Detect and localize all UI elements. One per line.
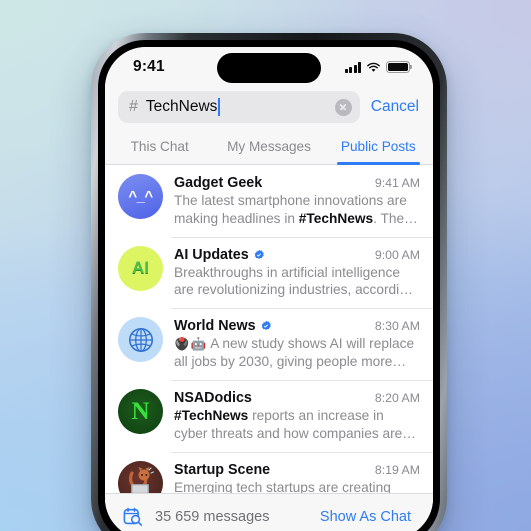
tab-this-chat[interactable]: This Chat [105,132,214,164]
hash-icon: # [129,98,138,115]
dynamic-island [217,53,321,83]
verified-badge-icon [261,320,271,331]
calendar-search-icon[interactable] [122,506,144,528]
list-item[interactable]: ^_^ Gadget Geek 9:41 AM The latest smart… [105,165,433,237]
tab-my-messages[interactable]: My Messages [214,132,323,164]
list-item-timestamp: 8:19 AM [374,462,420,477]
list-item-title: Gadget Geek [174,175,263,191]
list-item-header: Gadget Geek 9:41 AM [174,175,420,191]
list-item[interactable]: AI AI Updates 9:00 AM Breakthroughs in a… [105,236,433,309]
list-item-body: World News 8:30 AM 🖲️🤖 A new study shows… [174,317,420,371]
snippet-highlight: #TechNews [174,407,249,423]
snippet-highlight: #TechNews [298,210,374,226]
list-item-timestamp: 9:00 AM [374,247,420,262]
list-item-timestamp: 9:41 AM [374,176,420,190]
phone-bezel: 9:41 # TechNews Cancel This Chat My Mess… [98,40,440,531]
list-item-snippet: #TechNews reports an increase in cyber t… [174,407,420,443]
list-item[interactable]: World News 8:30 AM 🖲️🤖 A new study shows… [105,308,433,380]
results-footer-bar: 35 659 messages Show As Chat [105,493,433,531]
verified-badge-icon [254,249,264,259]
signal-bars-icon [345,62,361,73]
list-item-header: Startup Scene 8:19 AM [174,462,420,478]
list-item-body: AI Updates 9:00 AM Breakthroughs in arti… [174,246,420,300]
list-item-title: NSADodics [174,389,252,406]
list-item-snippet: Breakthroughs in artificial intelligence… [174,264,420,300]
ai-letters-avatar: AI [118,245,163,291]
snippet-pre: Breakthroughs in artificial intelligence… [174,264,415,298]
search-scope-tabs: This Chat My Messages Public Posts [105,132,433,165]
avatar-initials: N [131,397,150,425]
list-item-body: Gadget Geek 9:41 AM The latest smartphon… [174,174,420,228]
status-bar-icons [345,59,413,73]
list-item[interactable]: N NSADodics 8:20 AM #TechNews reports an… [105,379,433,452]
snippet-emoji: 🖲️🤖 [174,337,208,352]
list-item-header: World News 8:30 AM [174,318,420,334]
search-results-list[interactable]: ^_^ Gadget Geek 9:41 AM The latest smart… [105,165,433,524]
list-item-title: AI Updates [174,246,249,263]
list-item-header: NSADodics 8:20 AM [174,390,420,406]
snippet-pre: A new study shows AI will replace all jo… [174,336,415,370]
clear-circle-icon[interactable] [334,98,352,116]
search-input[interactable]: # TechNews [118,91,360,123]
wifi-icon [367,62,380,72]
tab-public-posts[interactable]: Public Posts [324,132,433,165]
list-item-body: NSADodics 8:20 AM #TechNews reports an i… [174,389,420,443]
list-item-header: AI Updates 9:00 AM [174,247,420,263]
globe-avatar [118,317,163,363]
avatar-initials: ^_^ [128,188,153,205]
status-bar-clock: 9:41 [133,58,165,75]
list-item-title: World News [174,318,256,335]
text-caret [218,98,221,116]
phone-device-frame: 9:41 # TechNews Cancel This Chat My Mess… [91,33,447,531]
search-bar: # TechNews Cancel [105,89,433,132]
status-bar: 9:41 [105,47,433,89]
message-count-label: 35 659 messages [155,508,270,525]
face-emoji-avatar: ^_^ [118,174,163,219]
search-input-value: TechNews [145,98,218,116]
battery-icon [386,61,413,73]
globe-icon [128,327,153,352]
letter-n-avatar: N [118,388,163,434]
cancel-button[interactable]: Cancel [369,98,421,116]
show-as-chat-button[interactable]: Show As Chat [320,509,411,525]
list-item-timestamp: 8:20 AM [374,390,420,405]
list-item-timestamp: 8:30 AM [374,319,420,334]
list-item-title: Startup Scene [174,461,271,478]
avatar-initials: AI [132,258,149,278]
list-item-snippet: 🖲️🤖 A new study shows AI will replace al… [174,335,420,371]
list-item-snippet: The latest smartphone innovations are ma… [174,192,420,228]
phone-screen: 9:41 # TechNews Cancel This Chat My Mess… [105,47,433,531]
